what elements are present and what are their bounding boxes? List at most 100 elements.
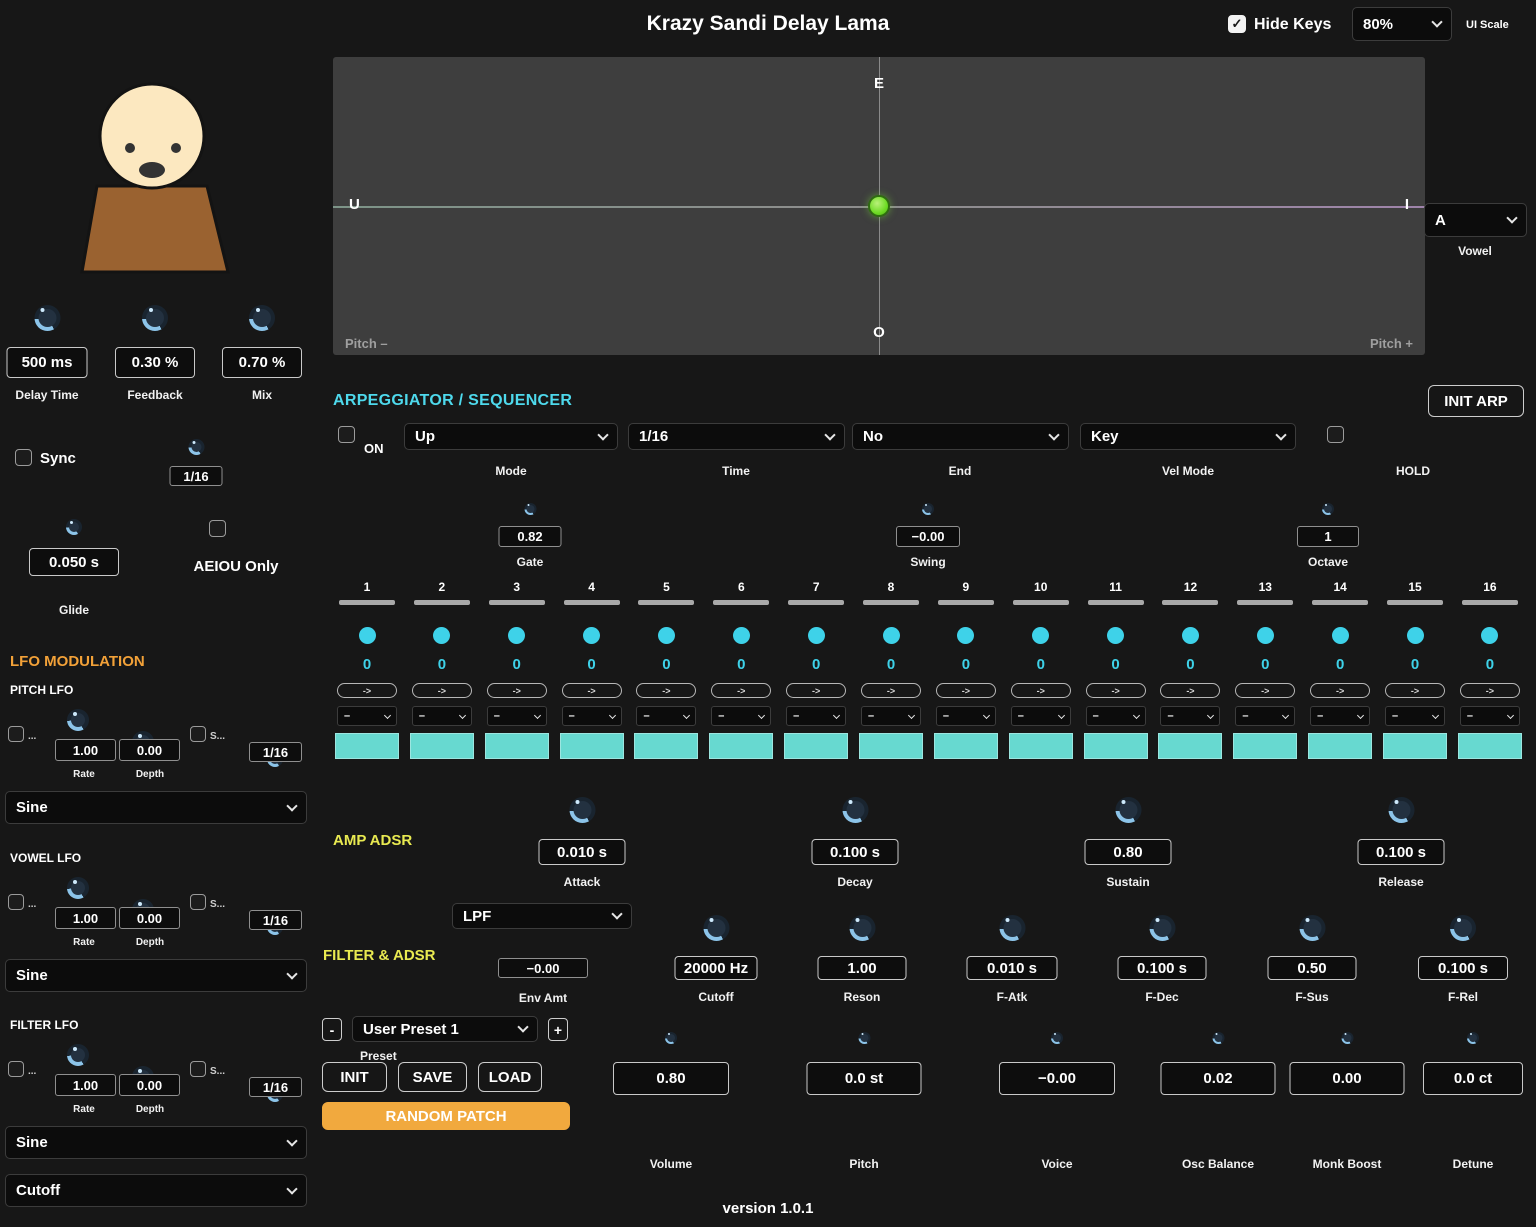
step-slider[interactable]	[713, 600, 769, 605]
filter-sustain-value[interactable]: 0.50	[1268, 956, 1357, 980]
step-slider[interactable]	[938, 600, 994, 605]
filter-attack-value[interactable]: 0.010 s	[967, 956, 1058, 980]
step-mod-dropdown[interactable]: –	[1235, 706, 1295, 726]
filter-type-dropdown[interactable]: LPF	[452, 903, 632, 929]
arp-time-dropdown[interactable]: 1/16	[628, 423, 845, 450]
filter-attack-knob[interactable]	[999, 915, 1025, 941]
step-value[interactable]: 0	[887, 656, 895, 674]
save-button[interactable]: SAVE	[398, 1062, 467, 1092]
step-slider[interactable]	[1462, 600, 1518, 605]
step-slider[interactable]	[1162, 600, 1218, 605]
step-value[interactable]: 0	[1186, 656, 1194, 674]
step-velocity-bar[interactable]	[784, 733, 848, 759]
step-velocity-bar[interactable]	[709, 733, 773, 759]
step-velocity-bar[interactable]	[410, 733, 474, 759]
step-velocity-bar[interactable]	[335, 733, 399, 759]
preset-dropdown[interactable]: User Preset 1	[352, 1016, 538, 1042]
amp-decay-knob[interactable]	[842, 797, 868, 823]
step-slider[interactable]	[1312, 600, 1368, 605]
step-velocity-bar[interactable]	[1233, 733, 1297, 759]
pitch-knob[interactable]	[858, 1032, 870, 1044]
step-toggle[interactable]	[583, 627, 600, 644]
pad-position-dot[interactable]	[868, 195, 890, 217]
preset-prev-button[interactable]: -	[322, 1018, 342, 1041]
lfo-mod-checkbox[interactable]	[8, 894, 24, 910]
step-slider[interactable]	[564, 600, 620, 605]
step-tie-button[interactable]: ->	[636, 683, 696, 698]
step-value[interactable]: 0	[1411, 656, 1419, 674]
step-mod-dropdown[interactable]: –	[1385, 706, 1445, 726]
filter-release-value[interactable]: 0.100 s	[1418, 956, 1508, 980]
lfo-sync-checkbox[interactable]	[190, 1061, 206, 1077]
step-toggle[interactable]	[733, 627, 750, 644]
step-velocity-bar[interactable]	[934, 733, 998, 759]
step-tie-button[interactable]: ->	[562, 683, 622, 698]
step-slider[interactable]	[414, 600, 470, 605]
step-value[interactable]: 0	[1111, 656, 1119, 674]
step-slider[interactable]	[788, 600, 844, 605]
step-velocity-bar[interactable]	[485, 733, 549, 759]
lfo-rate-knob[interactable]	[67, 1044, 89, 1066]
step-value[interactable]: 0	[962, 656, 970, 674]
step-velocity-bar[interactable]	[859, 733, 923, 759]
filter-decay-value[interactable]: 0.100 s	[1118, 956, 1207, 980]
detune-value[interactable]: 0.0 ct	[1423, 1062, 1523, 1095]
hide-keys-checkbox[interactable]: ✓	[1228, 15, 1246, 33]
step-value[interactable]: 0	[513, 656, 521, 674]
step-slider[interactable]	[1088, 600, 1144, 605]
step-tie-button[interactable]: ->	[1160, 683, 1220, 698]
delay-time-value[interactable]: 500 ms	[7, 347, 88, 378]
step-value[interactable]: 0	[363, 656, 371, 674]
step-tie-button[interactable]: ->	[936, 683, 996, 698]
step-slider[interactable]	[638, 600, 694, 605]
lfo-rate-value[interactable]: 1.00	[55, 907, 116, 929]
step-value[interactable]: 0	[1037, 656, 1045, 674]
step-tie-button[interactable]: ->	[1086, 683, 1146, 698]
step-mod-dropdown[interactable]: –	[1460, 706, 1520, 726]
arp-hold-checkbox[interactable]	[1327, 426, 1344, 443]
glide-value[interactable]: 0.050 s	[29, 548, 119, 576]
filter-cutoff-knob[interactable]	[703, 915, 729, 941]
mix-knob[interactable]	[249, 305, 275, 331]
step-value[interactable]: 0	[737, 656, 745, 674]
arp-velmode-dropdown[interactable]: Key	[1080, 423, 1296, 450]
lfo-shape-dropdown[interactable]: Sine	[5, 791, 307, 824]
init-button[interactable]: INIT	[322, 1062, 387, 1092]
volume-knob[interactable]	[665, 1032, 677, 1044]
sync-checkbox[interactable]	[15, 449, 32, 466]
step-mod-dropdown[interactable]: –	[1310, 706, 1370, 726]
load-button[interactable]: LOAD	[478, 1062, 542, 1092]
pitch-value[interactable]: 0.0 st	[807, 1062, 922, 1095]
glide-knob[interactable]	[66, 519, 82, 535]
step-velocity-bar[interactable]	[1084, 733, 1148, 759]
step-tie-button[interactable]: ->	[412, 683, 472, 698]
lfo-depth-value[interactable]: 0.00	[119, 1074, 180, 1096]
swing-value[interactable]: −0.00	[896, 526, 960, 547]
step-tie-button[interactable]: ->	[1310, 683, 1370, 698]
lfo-rate-value[interactable]: 1.00	[55, 739, 116, 761]
amp-attack-knob[interactable]	[569, 797, 595, 823]
voice-value[interactable]: −0.00	[999, 1062, 1115, 1095]
amp-release-knob[interactable]	[1388, 797, 1414, 823]
lfo-div-value[interactable]: 1/16	[249, 910, 302, 930]
step-toggle[interactable]	[359, 627, 376, 644]
step-tie-button[interactable]: ->	[1235, 683, 1295, 698]
lfo-mod-checkbox[interactable]	[8, 726, 24, 742]
step-slider[interactable]	[863, 600, 919, 605]
step-toggle[interactable]	[433, 627, 450, 644]
monk-boost-knob[interactable]	[1341, 1032, 1353, 1044]
step-mod-dropdown[interactable]: –	[936, 706, 996, 726]
feedback-knob[interactable]	[142, 305, 168, 331]
step-tie-button[interactable]: ->	[861, 683, 921, 698]
step-toggle[interactable]	[1407, 627, 1424, 644]
arp-mode-dropdown[interactable]: Up	[404, 423, 618, 450]
step-velocity-bar[interactable]	[1458, 733, 1522, 759]
step-velocity-bar[interactable]	[634, 733, 698, 759]
voice-knob[interactable]	[1051, 1032, 1063, 1044]
lfo-shape-dropdown[interactable]: Sine	[5, 959, 307, 992]
swing-knob[interactable]	[922, 503, 934, 515]
lfo-sync-checkbox[interactable]	[190, 894, 206, 910]
step-toggle[interactable]	[1182, 627, 1199, 644]
step-value[interactable]: 0	[1261, 656, 1269, 674]
ui-scale-dropdown[interactable]: 80%	[1352, 7, 1452, 41]
